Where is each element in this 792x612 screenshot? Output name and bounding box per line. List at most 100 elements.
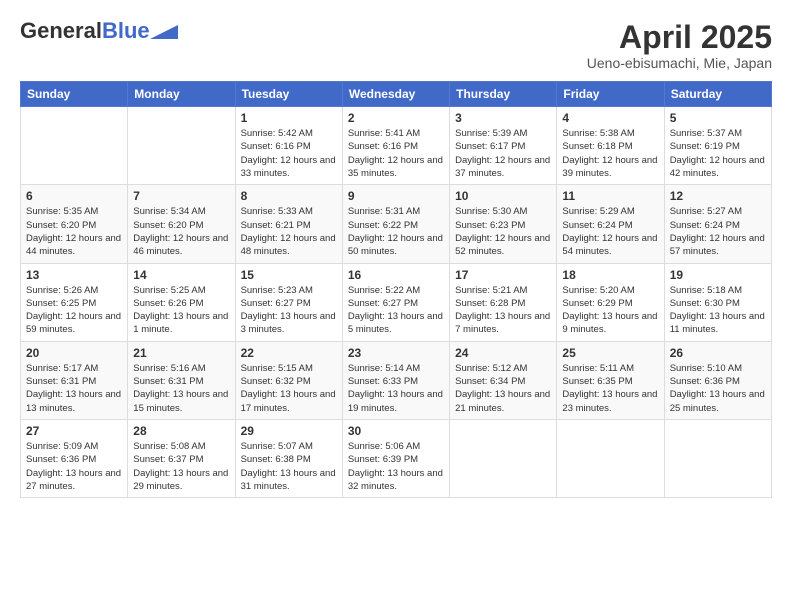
- calendar-cell: [557, 419, 664, 497]
- day-number: 20: [26, 346, 122, 360]
- day-number: 1: [241, 111, 337, 125]
- day-info: Sunrise: 5:12 AMSunset: 6:34 PMDaylight:…: [455, 362, 551, 415]
- calendar-cell: 4 Sunrise: 5:38 AMSunset: 6:18 PMDaylight…: [557, 107, 664, 185]
- day-info: Sunrise: 5:16 AMSunset: 6:31 PMDaylight:…: [133, 362, 229, 415]
- logo-general: General: [20, 18, 102, 43]
- calendar-week-row: 20 Sunrise: 5:17 AMSunset: 6:31 PMDayligh…: [21, 341, 772, 419]
- calendar-cell: 19Sunrise: 5:18 AMSunset: 6:30 PMDayligh…: [664, 263, 771, 341]
- day-info: Sunrise: 5:27 AMSunset: 6:24 PMDaylight:…: [670, 205, 766, 258]
- calendar-cell: 9 Sunrise: 5:31 AMSunset: 6:22 PMDaylight…: [342, 185, 449, 263]
- calendar-cell: [450, 419, 557, 497]
- day-number: 19: [670, 268, 766, 282]
- calendar-cell: 17 Sunrise: 5:21 AMSunset: 6:28 PMDayligh…: [450, 263, 557, 341]
- day-number: 10: [455, 189, 551, 203]
- calendar-week-row: 13Sunrise: 5:26 AMSunset: 6:25 PMDayligh…: [21, 263, 772, 341]
- day-number: 9: [348, 189, 444, 203]
- logo-blue: Blue: [102, 18, 150, 43]
- calendar-cell: [128, 107, 235, 185]
- day-info: Sunrise: 5:07 AMSunset: 6:38 PMDaylight:…: [241, 440, 337, 493]
- calendar-cell: 14 Sunrise: 5:25 AMSunset: 6:26 PMDayligh…: [128, 263, 235, 341]
- calendar-cell: [21, 107, 128, 185]
- calendar-cell: 28Sunrise: 5:08 AMSunset: 6:37 PMDayligh…: [128, 419, 235, 497]
- day-info: Sunrise: 5:42 AMSunset: 6:16 PMDaylight:…: [241, 127, 337, 180]
- weekday-header: Thursday: [450, 82, 557, 107]
- weekday-header: Friday: [557, 82, 664, 107]
- calendar-week-row: 27Sunrise: 5:09 AMSunset: 6:36 PMDayligh…: [21, 419, 772, 497]
- day-info: Sunrise: 5:15 AMSunset: 6:32 PMDaylight:…: [241, 362, 337, 415]
- day-info: Sunrise: 5:25 AMSunset: 6:26 PMDaylight:…: [133, 284, 229, 337]
- logo-arrow-icon: [150, 25, 178, 39]
- day-number: 11: [562, 189, 658, 203]
- day-info: Sunrise: 5:22 AMSunset: 6:27 PMDaylight:…: [348, 284, 444, 337]
- title-block: April 2025 Ueno-ebisumachi, Mie, Japan: [587, 20, 772, 71]
- day-info: Sunrise: 5:38 AMSunset: 6:18 PMDaylight:…: [562, 127, 658, 180]
- day-info: Sunrise: 5:31 AMSunset: 6:22 PMDaylight:…: [348, 205, 444, 258]
- day-number: 6: [26, 189, 122, 203]
- weekday-header: Wednesday: [342, 82, 449, 107]
- weekday-header: Monday: [128, 82, 235, 107]
- calendar-cell: 29Sunrise: 5:07 AMSunset: 6:38 PMDayligh…: [235, 419, 342, 497]
- day-info: Sunrise: 5:10 AMSunset: 6:36 PMDaylight:…: [670, 362, 766, 415]
- calendar-cell: 2 Sunrise: 5:41 AMSunset: 6:16 PMDaylight…: [342, 107, 449, 185]
- day-info: Sunrise: 5:37 AMSunset: 6:19 PMDaylight:…: [670, 127, 766, 180]
- calendar-cell: 20 Sunrise: 5:17 AMSunset: 6:31 PMDayligh…: [21, 341, 128, 419]
- day-number: 3: [455, 111, 551, 125]
- day-info: Sunrise: 5:06 AMSunset: 6:39 PMDaylight:…: [348, 440, 444, 493]
- day-info: Sunrise: 5:35 AMSunset: 6:20 PMDaylight:…: [26, 205, 122, 258]
- day-number: 17: [455, 268, 551, 282]
- day-info: Sunrise: 5:08 AMSunset: 6:37 PMDaylight:…: [133, 440, 229, 493]
- day-info: Sunrise: 5:33 AMSunset: 6:21 PMDaylight:…: [241, 205, 337, 258]
- day-info: Sunrise: 5:41 AMSunset: 6:16 PMDaylight:…: [348, 127, 444, 180]
- day-number: 23: [348, 346, 444, 360]
- calendar-cell: 21 Sunrise: 5:16 AMSunset: 6:31 PMDayligh…: [128, 341, 235, 419]
- day-number: 16: [348, 268, 444, 282]
- day-number: 27: [26, 424, 122, 438]
- day-info: Sunrise: 5:21 AMSunset: 6:28 PMDaylight:…: [455, 284, 551, 337]
- calendar-cell: 12 Sunrise: 5:27 AMSunset: 6:24 PMDayligh…: [664, 185, 771, 263]
- weekday-header: Tuesday: [235, 82, 342, 107]
- day-info: Sunrise: 5:17 AMSunset: 6:31 PMDaylight:…: [26, 362, 122, 415]
- day-number: 8: [241, 189, 337, 203]
- calendar-cell: 22Sunrise: 5:15 AMSunset: 6:32 PMDayligh…: [235, 341, 342, 419]
- day-number: 12: [670, 189, 766, 203]
- calendar-cell: 26 Sunrise: 5:10 AMSunset: 6:36 PMDayligh…: [664, 341, 771, 419]
- calendar-cell: 10 Sunrise: 5:30 AMSunset: 6:23 PMDayligh…: [450, 185, 557, 263]
- day-number: 25: [562, 346, 658, 360]
- day-number: 2: [348, 111, 444, 125]
- calendar-week-row: 1 Sunrise: 5:42 AMSunset: 6:16 PMDaylight…: [21, 107, 772, 185]
- calendar-cell: 27Sunrise: 5:09 AMSunset: 6:36 PMDayligh…: [21, 419, 128, 497]
- day-number: 24: [455, 346, 551, 360]
- calendar-cell: 8 Sunrise: 5:33 AMSunset: 6:21 PMDaylight…: [235, 185, 342, 263]
- calendar-cell: 16 Sunrise: 5:22 AMSunset: 6:27 PMDayligh…: [342, 263, 449, 341]
- day-number: 4: [562, 111, 658, 125]
- calendar-cell: 7Sunrise: 5:34 AMSunset: 6:20 PMDaylight…: [128, 185, 235, 263]
- calendar-subtitle: Ueno-ebisumachi, Mie, Japan: [587, 55, 772, 71]
- day-number: 30: [348, 424, 444, 438]
- day-info: Sunrise: 5:34 AMSunset: 6:20 PMDaylight:…: [133, 205, 229, 258]
- day-info: Sunrise: 5:26 AMSunset: 6:25 PMDaylight:…: [26, 284, 122, 337]
- day-info: Sunrise: 5:11 AMSunset: 6:35 PMDaylight:…: [562, 362, 658, 415]
- logo-text: GeneralBlue: [20, 20, 150, 42]
- day-number: 26: [670, 346, 766, 360]
- calendar-cell: [664, 419, 771, 497]
- calendar-title: April 2025: [587, 20, 772, 55]
- day-number: 18: [562, 268, 658, 282]
- calendar-cell: 11 Sunrise: 5:29 AMSunset: 6:24 PMDayligh…: [557, 185, 664, 263]
- calendar-week-row: 6 Sunrise: 5:35 AMSunset: 6:20 PMDaylight…: [21, 185, 772, 263]
- day-info: Sunrise: 5:30 AMSunset: 6:23 PMDaylight:…: [455, 205, 551, 258]
- day-number: 5: [670, 111, 766, 125]
- day-number: 15: [241, 268, 337, 282]
- calendar-cell: 25 Sunrise: 5:11 AMSunset: 6:35 PMDayligh…: [557, 341, 664, 419]
- calendar-cell: 18 Sunrise: 5:20 AMSunset: 6:29 PMDayligh…: [557, 263, 664, 341]
- calendar-cell: 23Sunrise: 5:14 AMSunset: 6:33 PMDayligh…: [342, 341, 449, 419]
- day-info: Sunrise: 5:23 AMSunset: 6:27 PMDaylight:…: [241, 284, 337, 337]
- calendar-cell: 13Sunrise: 5:26 AMSunset: 6:25 PMDayligh…: [21, 263, 128, 341]
- calendar-cell: 15 Sunrise: 5:23 AMSunset: 6:27 PMDayligh…: [235, 263, 342, 341]
- page-header: GeneralBlue April 2025 Ueno-ebisumachi, …: [20, 20, 772, 71]
- day-info: Sunrise: 5:29 AMSunset: 6:24 PMDaylight:…: [562, 205, 658, 258]
- weekday-header: Sunday: [21, 82, 128, 107]
- day-number: 21: [133, 346, 229, 360]
- calendar-cell: 24 Sunrise: 5:12 AMSunset: 6:34 PMDayligh…: [450, 341, 557, 419]
- day-info: Sunrise: 5:20 AMSunset: 6:29 PMDaylight:…: [562, 284, 658, 337]
- day-number: 14: [133, 268, 229, 282]
